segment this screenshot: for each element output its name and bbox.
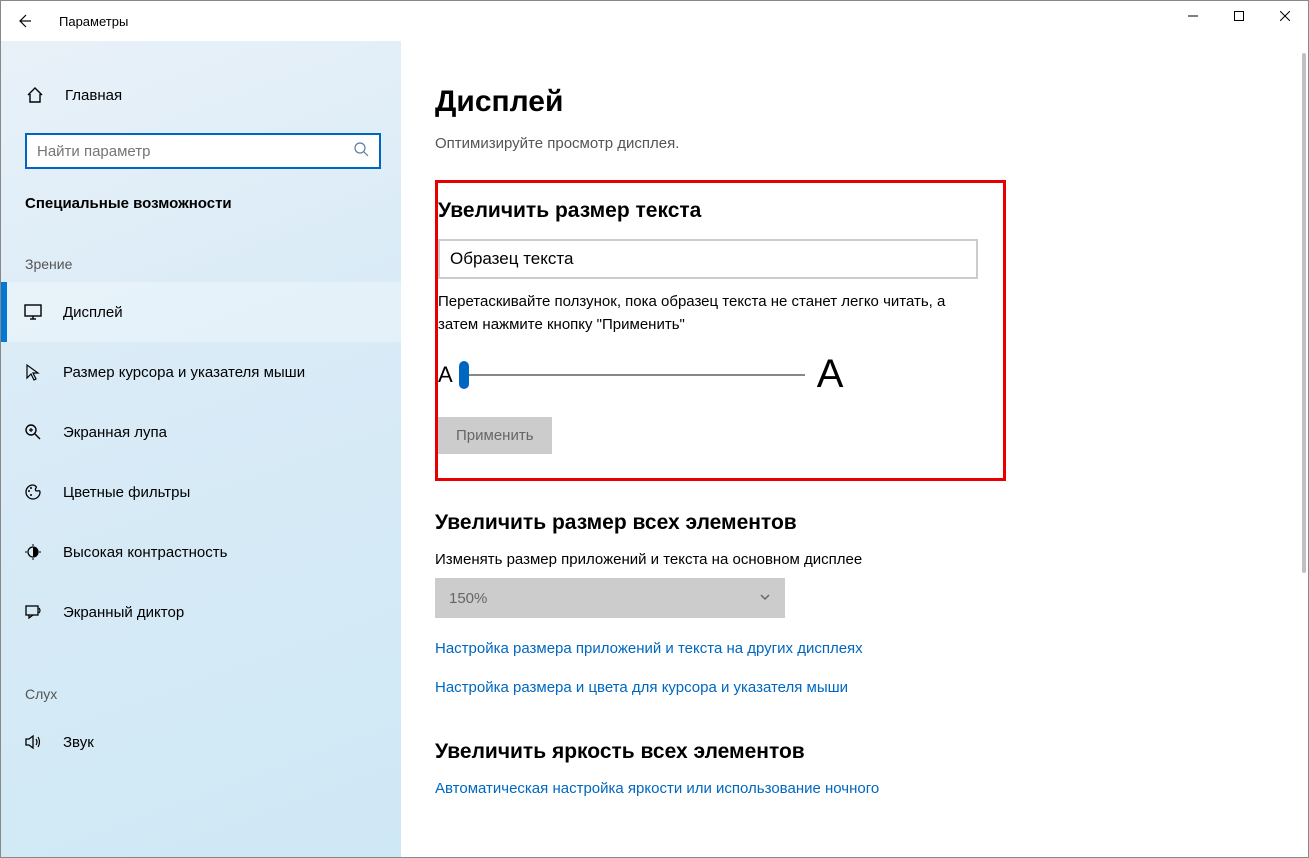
titlebar: Параметры bbox=[1, 1, 1308, 41]
speaker-icon bbox=[23, 732, 43, 752]
window-title: Параметры bbox=[47, 14, 128, 29]
sidebar-item-magnifier[interactable]: Экранная лупа bbox=[1, 402, 401, 462]
scale-dropdown[interactable]: 150% bbox=[435, 578, 785, 618]
minimize-button[interactable] bbox=[1170, 1, 1216, 31]
link-brightness[interactable]: Автоматическая настройка яркости или исп… bbox=[435, 780, 1308, 797]
magnifier-icon bbox=[23, 422, 43, 442]
brightness-section: Увеличить яркость всех элементов Автомат… bbox=[435, 740, 1308, 797]
search-field[interactable] bbox=[37, 143, 353, 160]
sidebar-item-label: Размер курсора и указателя мыши bbox=[63, 364, 305, 381]
scrollbar[interactable] bbox=[1294, 53, 1308, 847]
dropdown-value: 150% bbox=[449, 590, 487, 607]
sidebar-item-label: Цветные фильтры bbox=[63, 484, 190, 501]
everything-bigger-section: Увеличить размер всех элементов Изменять… bbox=[435, 511, 1308, 696]
sidebar-item-label: Звук bbox=[63, 734, 94, 751]
maximize-icon bbox=[1234, 11, 1244, 21]
section-heading: Увеличить размер текста bbox=[438, 199, 983, 223]
narrator-icon bbox=[23, 602, 43, 622]
section-heading: Увеличить яркость всех элементов bbox=[435, 740, 1308, 764]
scrollbar-thumb[interactable] bbox=[1302, 53, 1306, 573]
sidebar-group-vision: Зрение bbox=[1, 212, 401, 282]
monitor-icon bbox=[23, 302, 43, 322]
back-button[interactable] bbox=[1, 1, 47, 41]
minimize-icon bbox=[1188, 11, 1198, 21]
page-subtitle: Оптимизируйте просмотр дисплея. bbox=[435, 135, 1308, 152]
sidebar-item-home[interactable]: Главная bbox=[1, 71, 401, 119]
chevron-down-icon bbox=[759, 590, 771, 607]
search-icon bbox=[353, 141, 369, 162]
sidebar-item-label: Главная bbox=[65, 87, 122, 104]
close-button[interactable] bbox=[1262, 1, 1308, 31]
sidebar-item-label: Высокая контрастность bbox=[63, 544, 227, 561]
page-title: Дисплей bbox=[435, 85, 1308, 119]
sidebar-item-highcontrast[interactable]: Высокая контрастность bbox=[1, 522, 401, 582]
link-other-displays[interactable]: Настройка размера приложений и текста на… bbox=[435, 640, 1308, 657]
text-size-section: Увеличить размер текста Образец текста П… bbox=[435, 180, 1006, 481]
close-icon bbox=[1280, 11, 1290, 21]
cursor-icon bbox=[23, 362, 43, 382]
slider-min-label: A bbox=[438, 362, 453, 388]
section-description: Перетаскивайте ползунок, пока образец те… bbox=[438, 291, 978, 336]
arrow-left-icon bbox=[16, 13, 32, 29]
slider-max-label: A bbox=[817, 352, 844, 397]
sidebar-item-audio[interactable]: Звук bbox=[1, 712, 401, 772]
section-heading: Увеличить размер всех элементов bbox=[435, 511, 1308, 535]
maximize-button[interactable] bbox=[1216, 1, 1262, 31]
apply-button[interactable]: Применить bbox=[438, 417, 552, 454]
sidebar-item-display[interactable]: Дисплей bbox=[1, 282, 401, 342]
text-size-slider[interactable]: A A bbox=[438, 352, 983, 397]
link-cursor-settings[interactable]: Настройка размера и цвета для курсора и … bbox=[435, 679, 1308, 696]
sidebar-section-title: Специальные возможности bbox=[1, 169, 401, 212]
sidebar-item-cursor[interactable]: Размер курсора и указателя мыши bbox=[1, 342, 401, 402]
sidebar-item-label: Экранный диктор bbox=[63, 604, 184, 621]
settings-window: Параметры Главная Сп bbox=[0, 0, 1309, 858]
contrast-icon bbox=[23, 542, 43, 562]
content-area: Дисплей Оптимизируйте просмотр дисплея. … bbox=[401, 41, 1308, 857]
sidebar-item-colorfilters[interactable]: Цветные фильтры bbox=[1, 462, 401, 522]
palette-icon bbox=[23, 482, 43, 502]
scale-label: Изменять размер приложений и текста на о… bbox=[435, 551, 1308, 568]
sidebar-item-narrator[interactable]: Экранный диктор bbox=[1, 582, 401, 642]
slider-thumb[interactable] bbox=[459, 361, 469, 389]
search-input[interactable] bbox=[25, 133, 381, 169]
slider-track[interactable] bbox=[459, 363, 805, 387]
sample-text-box: Образец текста bbox=[438, 239, 978, 279]
sidebar-item-label: Дисплей bbox=[63, 304, 123, 321]
sidebar-group-hearing: Слух bbox=[1, 642, 401, 712]
sidebar: Главная Специальные возможности Зрение Д… bbox=[1, 41, 401, 857]
home-icon bbox=[25, 85, 45, 105]
sidebar-item-label: Экранная лупа bbox=[63, 424, 167, 441]
